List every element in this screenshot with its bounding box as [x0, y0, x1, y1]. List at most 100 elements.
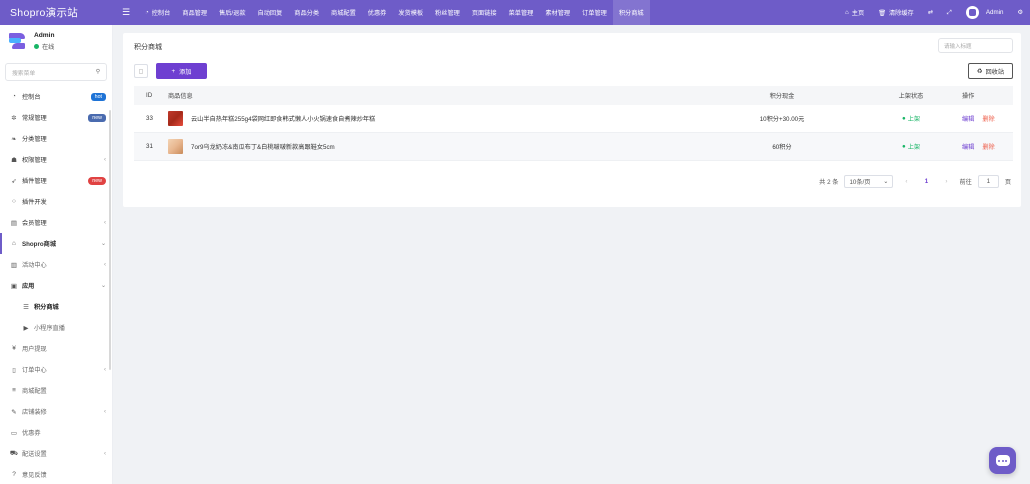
status-badge[interactable]: ● 上架 — [902, 142, 920, 151]
menu-toggle-icon[interactable]: ☰ — [113, 7, 139, 18]
new-badge: new — [88, 176, 106, 185]
sidebar-item-coupon[interactable]: ▭ 优惠券 — [0, 422, 112, 443]
group-icon: ☗ — [11, 156, 17, 164]
sidebar-item-auth[interactable]: ☗ 权限管理 ‹ — [0, 149, 112, 170]
score-goods-table: ID 商品信息 积分现金 上架状态 操作 33 云山半自热年糕255g4袋网红即… — [134, 86, 1013, 161]
delete-link[interactable]: 删除 — [982, 142, 994, 151]
chevron-left-icon: ‹ — [104, 261, 106, 268]
delete-link[interactable]: 删除 — [982, 114, 994, 123]
product-thumbnail[interactable] — [168, 139, 183, 154]
sidebar-item-feedback[interactable]: ? 意见反馈 — [0, 464, 112, 484]
sidebar-item-live[interactable]: ▶ 小程序直播 — [0, 317, 112, 338]
sidebar-item-orders[interactable]: ▯ 订单中心 ‹ — [0, 359, 112, 380]
status-badge[interactable]: ● 上架 — [902, 114, 920, 123]
home-icon: ⌂ — [12, 240, 16, 247]
topnav-menu[interactable]: 菜单管理 — [503, 0, 540, 25]
rocket-icon: ➶ — [11, 177, 17, 185]
prev-page-button[interactable]: ‹ — [899, 178, 913, 185]
col-id: ID — [146, 92, 153, 99]
chevron-down-icon: ⌄ — [100, 283, 106, 289]
list-icon: ▤ — [10, 219, 18, 227]
topnav-category[interactable]: 商品分类 — [288, 0, 325, 25]
page-size-select[interactable]: 10条/页 ⌄ — [844, 175, 894, 188]
goto-page-input[interactable]: 1 — [977, 175, 999, 188]
topnav-goods[interactable]: 商品管理 — [176, 0, 213, 25]
chevron-left-icon: ‹ — [104, 219, 106, 226]
sidebar-item-dashboard[interactable]: ◔ 控制台 hot — [0, 86, 112, 107]
table-row: 33 云山半自热年糕255g4袋网红即食韩式懒人小火锅速食自煮辣炒年糕 10积分… — [134, 105, 1013, 133]
row-price: 60积分 — [772, 144, 792, 151]
chevron-left-icon: ‹ — [104, 450, 106, 457]
translate-icon: ⇄ — [927, 9, 933, 16]
topnav-delivery[interactable]: 发货模板 — [392, 0, 429, 25]
top-navbar: Shopro演示站 ☰ ◔ 控制台 商品管理 售后/退款 自动回复 商品分类 商城… — [0, 0, 1030, 25]
user-menu[interactable]: Admin — [959, 0, 1011, 25]
settings-button[interactable]: ⚙ — [1010, 0, 1030, 25]
sidebar-item-shop-config[interactable]: ≡ 商城配置 — [0, 380, 112, 401]
chat-button[interactable] — [989, 447, 1016, 474]
file-icon: ▯ — [12, 366, 16, 374]
topnav-material[interactable]: 素材管理 — [539, 0, 576, 25]
pagination: 共 2 条 10条/页 ⌄ ‹ 1 › 前往 1 页 — [819, 175, 1011, 188]
topnav-autoreply[interactable]: 自动回复 — [252, 0, 289, 25]
online-dot-icon — [34, 43, 39, 49]
sidebar-item-member[interactable]: ▤ 会员管理 ‹ — [0, 212, 112, 233]
product-thumbnail[interactable] — [168, 111, 183, 126]
refresh-icon: ◻ — [138, 68, 144, 75]
topnav-coupon[interactable]: 优惠券 — [362, 0, 393, 25]
top-right-tools: ⌂ 主页 🗑 清除缓存 ⇄ ⤢ Admin ⚙ — [838, 0, 1030, 25]
gear-icon: ⚙ — [1017, 9, 1023, 16]
product-title: 7or9乌龙奶冻&南瓜布丁&白桃啵啵新款高跟鞋女5cm — [191, 144, 335, 151]
ticket-icon: ▭ — [10, 429, 18, 437]
menu-search-input[interactable]: 搜索菜单 ⚲ — [5, 63, 107, 81]
fullscreen-button[interactable]: ⤢ — [940, 0, 959, 25]
refresh-button[interactable]: ◻ — [134, 64, 148, 78]
edit-link[interactable]: 编辑 — [962, 142, 974, 151]
sidebar-item-activity[interactable]: ▥ 活动中心 ‹ — [0, 254, 112, 275]
topnav-score-shop[interactable]: 积分商城 — [612, 0, 650, 25]
recycle-icon: ♻ — [976, 67, 983, 75]
goto-label: 前往 — [959, 179, 972, 186]
clear-cache-button[interactable]: 🗑 清除缓存 — [871, 0, 921, 25]
sidebar-scrollbar[interactable] — [109, 110, 111, 370]
topnav-order[interactable]: 订单管理 — [576, 0, 613, 25]
dashboard-icon: ◔ — [145, 9, 149, 16]
topnav-aftersale[interactable]: 售后/退款 — [213, 0, 251, 25]
topnav-fans[interactable]: 粉丝管理 — [429, 0, 466, 25]
sidebar-item-general[interactable]: ✲ 常规管理 new — [0, 107, 112, 128]
sidebar-item-score-shop[interactable]: ☰ 积分商城 — [0, 296, 112, 317]
sidebar-item-addon[interactable]: ➶ 插件管理 new — [0, 170, 112, 191]
fullscreen-icon: ⤢ — [946, 8, 952, 16]
title-search-input[interactable]: 请输入标题 — [938, 38, 1013, 53]
truck-icon: ⛟ — [9, 450, 19, 457]
user-name: Admin — [34, 31, 55, 39]
sidebar-item-decorate[interactable]: ✎ 店铺装修 ‹ — [0, 401, 112, 422]
briefcase-icon: ▣ — [10, 282, 18, 290]
chevron-left-icon: ‹ — [104, 156, 106, 163]
brush-icon: ✎ — [11, 408, 17, 416]
sidebar-item-category[interactable]: ❧ 分类管理 — [0, 128, 112, 149]
circle-icon: ○ — [12, 198, 16, 205]
topnav-shop-config[interactable]: 商城配置 — [325, 0, 362, 25]
home-link[interactable]: ⌂ 主页 — [838, 0, 871, 25]
next-page-button[interactable]: › — [939, 178, 953, 185]
page-title: 积分商城 — [134, 44, 162, 51]
add-button[interactable]: + 添加 — [156, 63, 207, 79]
brand-title[interactable]: Shopro演示站 — [0, 0, 113, 25]
topnav-links[interactable]: 页面链接 — [466, 0, 503, 25]
edit-link[interactable]: 编辑 — [962, 114, 974, 123]
sidebar-item-apps[interactable]: ▣ 应用 ⌄ — [0, 275, 112, 296]
video-icon: ▶ — [23, 324, 29, 332]
sidebar-item-withdraw[interactable]: ¥ 用户提现 — [0, 338, 112, 359]
user-status: 在线 — [34, 42, 55, 51]
total-count: 共 2 条 — [819, 179, 839, 186]
topnav-dashboard[interactable]: ◔ 控制台 — [139, 0, 176, 25]
recycle-bin-button[interactable]: ♻ 回收站 — [968, 63, 1013, 79]
shopro-logo — [9, 33, 25, 49]
sidebar-item-shopro[interactable]: ⌂ Shopro商城 ⌄ — [0, 233, 112, 254]
language-button[interactable]: ⇄ — [921, 0, 940, 25]
sidebar-item-delivery[interactable]: ⛟ 配送设置 ‹ — [0, 443, 112, 464]
page-number-current[interactable]: 1 — [919, 178, 933, 185]
sidebar-item-addon-dev[interactable]: ○ 插件开发 — [0, 191, 112, 212]
hot-badge: hot — [90, 92, 106, 101]
